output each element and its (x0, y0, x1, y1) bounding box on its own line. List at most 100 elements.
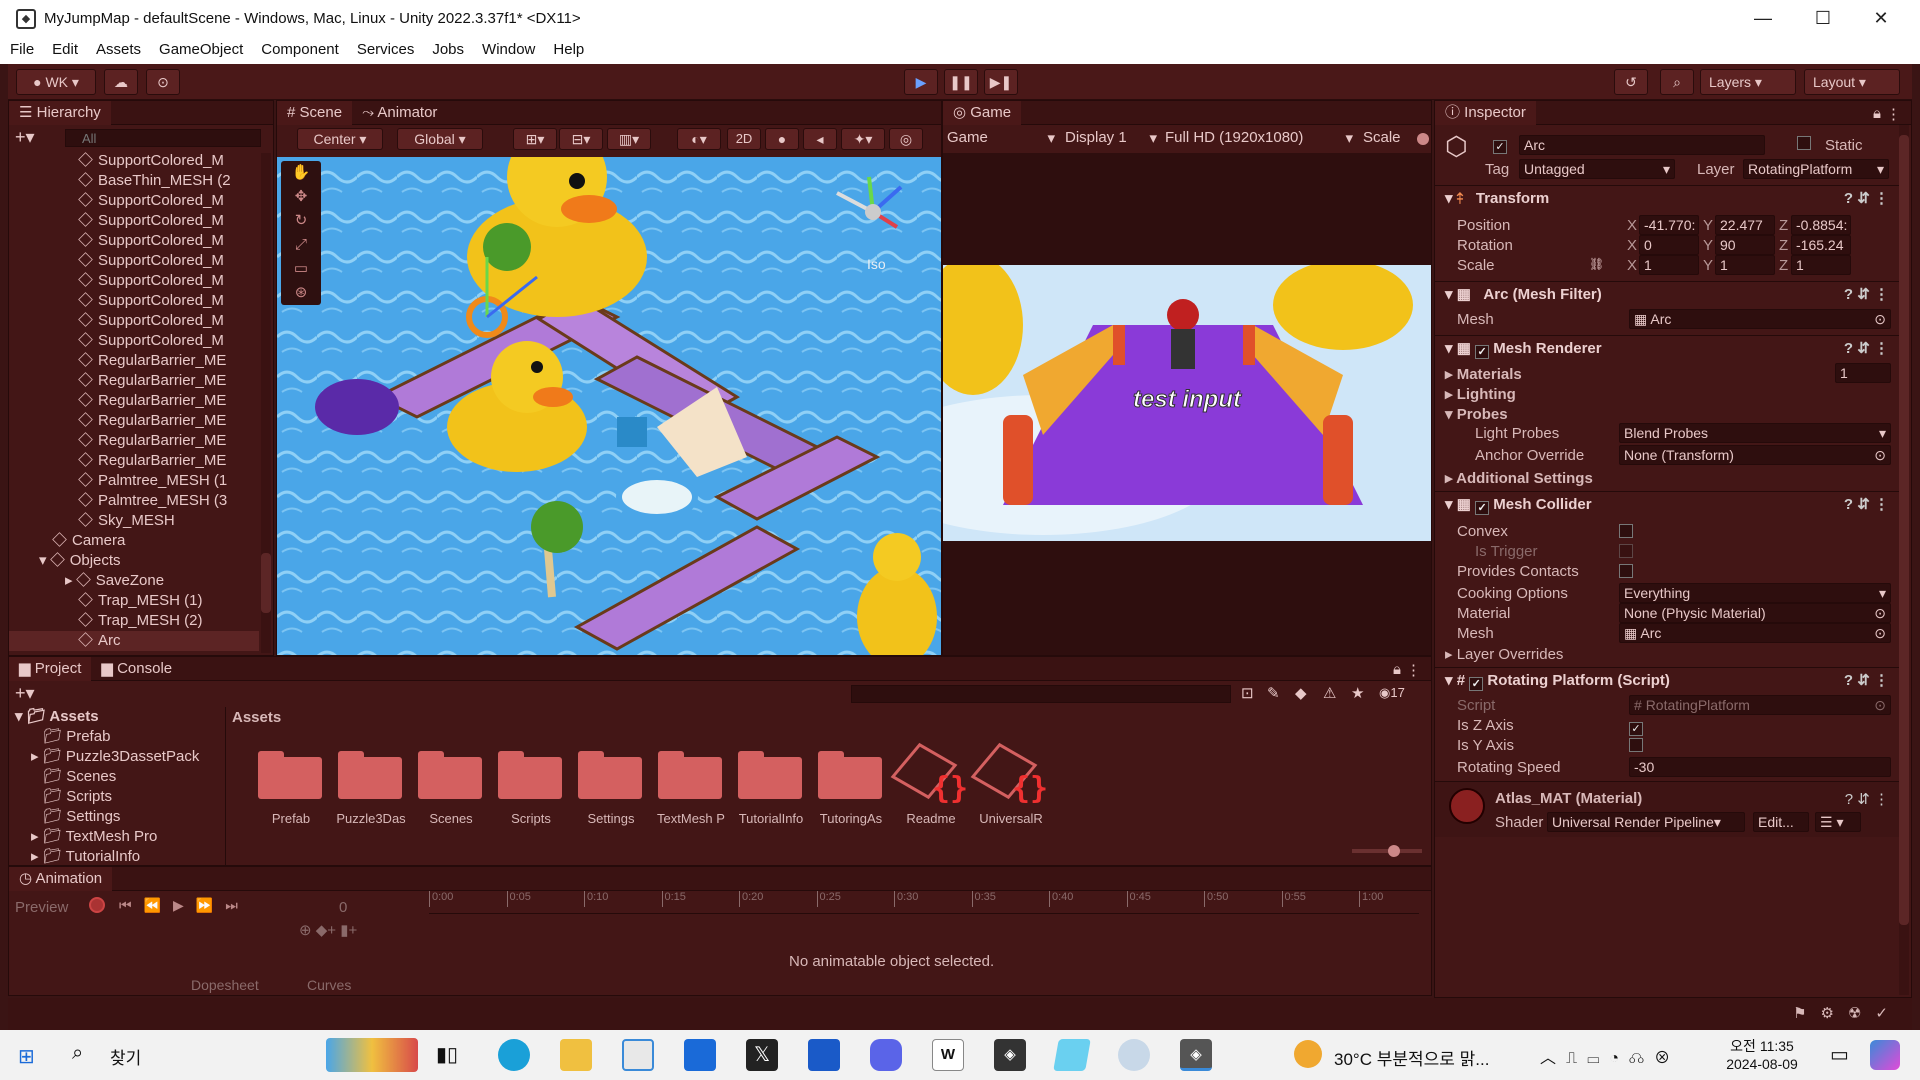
taskbar-search-label[interactable]: 찾기 (110, 1044, 141, 1069)
rotate-tool-icon[interactable]: ↻ (281, 209, 321, 233)
tree-folder-item[interactable]: 📁︎ Scripts (9, 787, 217, 807)
anchor-override-field[interactable]: None (Transform) ⊙ (1619, 445, 1891, 465)
account-button[interactable]: ● WK ▾ (16, 69, 96, 95)
clock-date[interactable]: 2024-08-09 (1722, 1056, 1802, 1072)
maximize-button[interactable]: ☐ (1800, 6, 1846, 32)
asset-item[interactable]: TextMesh P (646, 707, 736, 847)
asset-size-slider[interactable] (1352, 845, 1422, 857)
hierarchy-item[interactable]: SupportColored_M (9, 311, 259, 331)
asset-item[interactable]: TutorialInfo (726, 707, 816, 847)
mesh-filter-mesh-field[interactable]: ▦ Arc ⊙ (1629, 309, 1891, 329)
menu-file[interactable]: File (0, 38, 42, 58)
close-button[interactable]: ✕ (1858, 6, 1904, 32)
hand-tool-icon[interactable]: ✋ (281, 161, 321, 185)
hierarchy-item[interactable]: Camera (9, 531, 259, 551)
system-tray-icons[interactable]: ︿⎍▭◔☊⊗ (1540, 1044, 1680, 1068)
provides-contacts-checkbox[interactable] (1619, 563, 1633, 580)
edge-icon[interactable] (498, 1039, 530, 1071)
effects-icon[interactable]: ✦▾ (841, 128, 885, 150)
object-name-field[interactable]: Arc (1519, 135, 1765, 155)
minimize-button[interactable]: — (1740, 6, 1786, 32)
materials-foldout[interactable]: ▸ Materials (1445, 365, 1522, 383)
tab-animation[interactable]: ◷ Animation (9, 867, 113, 891)
hierarchy-item[interactable]: Palmtree_MESH (1 (9, 471, 259, 491)
project-kebab-icon[interactable]: ⋮ (1406, 661, 1421, 679)
timeline-ruler[interactable]: 0:00 0:05 0:10 0:15 0:20 0:25 0:30 0:35 0:40 0:45… (429, 891, 1419, 911)
asset-item[interactable]: Puzzle3Das (326, 707, 416, 847)
unity-hub-icon[interactable]: ◈ (994, 1039, 1026, 1071)
is-trigger-checkbox[interactable] (1619, 543, 1633, 560)
scene-viewport[interactable]: Iso ✋ ✥ ↻ ⤢ ▭ ⊛ (277, 157, 941, 655)
weather-icon[interactable] (1294, 1040, 1322, 1068)
pivot-dropdown[interactable]: Center ▾ (297, 128, 383, 150)
edit-shader-button[interactable]: Edit... (1753, 812, 1809, 832)
hierarchy-item[interactable]: ▾ Objects (9, 551, 259, 571)
tree-folder-item[interactable]: ▸ 📁︎ TutorialInfo (9, 847, 217, 865)
hierarchy-item[interactable]: Trap_MESH (2) (9, 611, 259, 631)
project-add-icon[interactable]: +▾ (15, 683, 35, 704)
warning-icon[interactable]: ⚠ (1323, 684, 1336, 702)
taskbar-search-icon[interactable]: ⌕ (72, 1042, 83, 1065)
notes-icon[interactable] (1053, 1039, 1091, 1071)
hierarchy-item[interactable]: RegularBarrier_ME (9, 431, 259, 451)
game-mode-dropdown[interactable]: Game ▾ (947, 129, 1055, 147)
hierarchy-item[interactable]: Sky_MESH (9, 511, 259, 531)
discord-icon[interactable] (870, 1039, 902, 1071)
rotation-y-field[interactable]: 90 (1715, 235, 1775, 255)
hierarchy-item[interactable]: BaseThin_MESH (2 (9, 171, 259, 191)
game-viewport[interactable]: test input (943, 265, 1431, 541)
hierarchy-item[interactable]: SupportColored_M (9, 271, 259, 291)
active-checkbox[interactable]: ✓ (1493, 135, 1507, 154)
display-dropdown[interactable]: Display 1 ▾ (1065, 129, 1157, 147)
shader-menu-button[interactable]: ☰ ▾ (1815, 812, 1861, 832)
mesh-collider-header[interactable]: ▾ ▦ ✓ Mesh Collider? ⇵ ⋮ (1435, 491, 1905, 517)
pause-button[interactable]: ❚❚ (944, 69, 978, 95)
frame-field[interactable]: 0 (339, 899, 347, 916)
notification-icon[interactable]: ▭ (1830, 1042, 1849, 1067)
convex-checkbox[interactable] (1619, 523, 1633, 540)
record-button[interactable] (89, 897, 105, 913)
tree-folder-item[interactable]: 📁︎ Prefab (9, 727, 217, 747)
favorite-icon[interactable]: ★ (1351, 684, 1364, 702)
increment-snap-icon[interactable]: ▥▾ (607, 128, 651, 150)
layer-dropdown[interactable]: RotatingPlatform ▾ (1743, 159, 1889, 179)
cooking-options-dropdown[interactable]: Everything ▾ (1619, 583, 1891, 603)
tab-inspector[interactable]: ⓘ Inspector (1435, 101, 1536, 125)
transform-header[interactable]: ▾ ⤉ Transform? ⇵ ⋮ (1435, 185, 1905, 211)
hidden-count-icon[interactable]: ◉17 (1379, 685, 1405, 701)
expand-arrow-icon[interactable]: ▾ (39, 552, 51, 569)
scale-tool-icon[interactable]: ⤢ (281, 233, 321, 257)
asset-item[interactable]: Scenes (406, 707, 496, 847)
hierarchy-item[interactable]: Trap_MESH (1) (9, 591, 259, 611)
store-icon[interactable] (622, 1039, 654, 1071)
menu-jobs[interactable]: Jobs (422, 38, 472, 58)
curves-tab[interactable]: Curves (307, 977, 351, 993)
tree-folder-item[interactable]: 📁︎ Scenes (9, 767, 217, 787)
step-button[interactable]: ▶❚ (984, 69, 1018, 95)
outlook-icon[interactable] (808, 1039, 840, 1071)
menu-edit[interactable]: Edit (42, 38, 86, 58)
play-button[interactable]: ▶ (904, 69, 938, 95)
hierarchy-item[interactable]: SupportColored_M (9, 151, 259, 171)
asset-item[interactable]: Settings (566, 707, 656, 847)
menu-help[interactable]: Help (543, 38, 592, 58)
wikipedia-icon[interactable]: W (932, 1039, 964, 1071)
asset-item[interactable]: {} UniversalR (966, 707, 1056, 847)
tree-folder-item[interactable]: 📁︎ Settings (9, 807, 217, 827)
additional-settings-foldout[interactable]: ▸ Additional Settings (1445, 469, 1593, 487)
tab-hierarchy[interactable]: ☰ Hierarchy (9, 101, 111, 125)
paint-icon[interactable] (1118, 1039, 1150, 1071)
resolution-dropdown[interactable]: Full HD (1920x1080) ▾ (1165, 129, 1353, 147)
collab-icon[interactable]: ⊙ (146, 69, 180, 95)
x-app-icon[interactable]: 𝕏 (746, 1039, 778, 1071)
kebab-menu-icon[interactable]: ⋮ (1886, 105, 1901, 123)
tab-scene[interactable]: # Scene (277, 101, 353, 125)
lighting-foldout[interactable]: ▸ Lighting (1445, 385, 1516, 403)
expand-arrow-icon[interactable]: ▸ (65, 572, 77, 589)
collider-mesh-field[interactable]: ▦ Arc ⊙ (1619, 623, 1891, 643)
hierarchy-item[interactable]: SupportColored_M (9, 251, 259, 271)
layer-overrides-foldout[interactable]: ▸ Layer Overrides (1445, 645, 1563, 663)
static-checkbox[interactable] (1797, 135, 1811, 152)
history-icon[interactable]: ↺ (1614, 69, 1648, 95)
hierarchy-search-input[interactable] (65, 129, 261, 147)
